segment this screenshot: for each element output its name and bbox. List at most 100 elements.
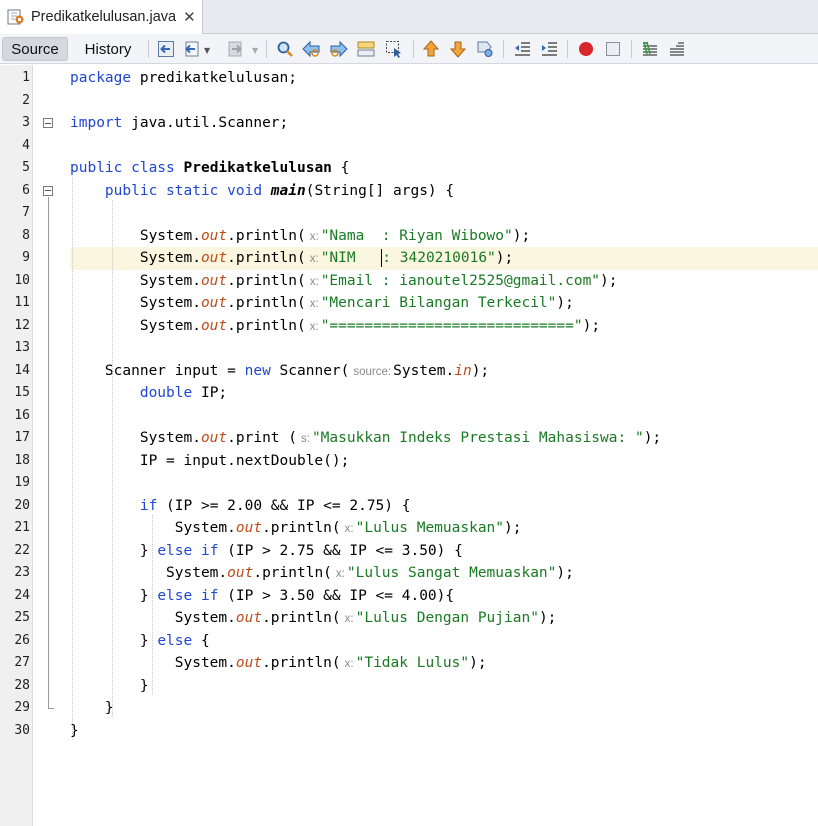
code-line[interactable]: 4 xyxy=(0,135,818,158)
comment-icon[interactable] xyxy=(641,40,659,58)
stop-macro-icon[interactable] xyxy=(604,40,622,58)
toggle-bookmark-icon[interactable] xyxy=(476,40,494,58)
close-tab-icon[interactable]: ✕ xyxy=(183,9,196,25)
code-line[interactable]: 18 IP = input.nextDouble(); xyxy=(0,450,818,473)
line-number: 23 xyxy=(14,565,30,580)
code-line[interactable]: 28 } xyxy=(0,675,818,698)
code-token: Scanner( xyxy=(270,362,350,379)
code-line[interactable]: 12 System.out.println(x: "===============… xyxy=(0,315,818,338)
code-line[interactable]: 22 } else if (IP > 2.75 && IP <= 3.50) { xyxy=(0,540,818,563)
string-token: "NIM xyxy=(320,250,382,266)
parameter-hint: source: xyxy=(353,365,392,378)
code-token: } xyxy=(70,587,158,604)
code-line[interactable]: 8 System.out.println(x: "Nama : Riyan Wib… xyxy=(0,225,818,248)
code-line[interactable]: 30} xyxy=(0,720,818,743)
back-dropdown-icon[interactable]: ▼ xyxy=(204,46,210,55)
code-line[interactable]: 29 } xyxy=(0,697,818,720)
toggle-highlight-icon[interactable] xyxy=(357,40,375,58)
code-line[interactable]: 26 } else { xyxy=(0,630,818,653)
fold-guide-line xyxy=(48,196,49,708)
previous-bookmark-icon[interactable] xyxy=(422,40,440,58)
line-number: 5 xyxy=(22,160,30,175)
file-tab[interactable]: Predikatkelulusan.java ✕ xyxy=(0,0,203,34)
code-line[interactable]: 16 xyxy=(0,405,818,428)
keyword-token: double xyxy=(139,385,193,401)
code-line[interactable]: 11 System.out.println(x: "Mencari Bilanga… xyxy=(0,292,818,315)
code-line[interactable]: 10 System.out.println(x: "Email : ianoute… xyxy=(0,270,818,293)
code-line[interactable]: 14 Scanner input = new Scanner(source: Sy… xyxy=(0,360,818,383)
code-text: import java.util.Scanner; xyxy=(70,112,288,135)
parameter-hint: x: xyxy=(344,523,354,535)
last-edit-icon[interactable] xyxy=(157,40,175,58)
line-number: 8 xyxy=(22,227,30,243)
static-field-token: out xyxy=(235,655,263,671)
code-line[interactable]: 20 if (IP >= 2.00 && IP <= 2.75) { xyxy=(0,495,818,518)
line-number: 17 xyxy=(14,430,30,445)
code-text: System.out.println(x: "Email : ianoutel25… xyxy=(70,270,618,294)
code-text: System.out.println(x: "NIM : 3420210016")… xyxy=(70,247,513,271)
code-token: System. xyxy=(393,362,455,379)
forward-dropdown-icon[interactable]: ▼ xyxy=(252,46,258,55)
code-token: } xyxy=(70,700,114,716)
string-token: "Lulus Dengan Pujian" xyxy=(355,610,539,626)
source-tab-button[interactable]: Source xyxy=(2,37,68,61)
code-text: } else if (IP > 2.75 && IP <= 3.50) { xyxy=(70,540,463,563)
editor-toolbar: Source History ▼ ▼ xyxy=(0,34,818,64)
find-next-icon[interactable] xyxy=(330,40,348,58)
code-text: System.out.println(x: "Lulus Sangat Memua… xyxy=(70,562,574,586)
forward-icon[interactable] xyxy=(226,40,244,58)
code-line[interactable]: 23 System.out.println(x: "Lulus Sangat Me… xyxy=(0,562,818,585)
code-text: System.out.println(x: "Nama : Riyan Wibow… xyxy=(70,225,530,249)
code-line[interactable]: 25 System.out.println(x: "Lulus Dengan Pu… xyxy=(0,607,818,630)
code-token: main xyxy=(270,182,306,199)
code-line[interactable]: 13 xyxy=(0,337,818,360)
keyword-token: public class xyxy=(70,160,175,176)
code-line[interactable]: 2 xyxy=(0,90,818,113)
code-editor[interactable]: 1 package predikatkelulusan; 2 3 import java… xyxy=(0,65,818,826)
code-token: ); xyxy=(556,295,574,311)
code-line[interactable]: 3 import java.util.Scanner; xyxy=(0,112,818,135)
code-line[interactable]: 27 System.out.println(x: "Tidak Lulus"); xyxy=(0,652,818,675)
find-icon[interactable] xyxy=(276,40,294,58)
java-file-icon xyxy=(7,9,25,25)
line-number: 25 xyxy=(14,610,30,625)
string-token: "Masukkan Indeks Prestasi Mahasiswa: " xyxy=(311,430,644,446)
line-number: 26 xyxy=(14,632,30,648)
back-icon[interactable] xyxy=(183,40,201,58)
shift-right-icon[interactable] xyxy=(540,40,558,58)
collapse-fold-icon[interactable] xyxy=(43,185,53,196)
code-line[interactable]: 6 public static void main(String[] args)… xyxy=(0,180,818,203)
keyword-token: else xyxy=(157,632,193,649)
code-token: (String[] args) { xyxy=(305,182,455,199)
line-number: 21 xyxy=(14,520,30,535)
next-bookmark-icon[interactable] xyxy=(449,40,467,58)
code-line[interactable]: 9 System.out.println(x: "NIM : 3420210016… xyxy=(0,247,818,270)
code-line[interactable]: 24 } else if (IP > 3.50 && IP <= 4.00){ xyxy=(0,585,818,608)
static-field-token: out xyxy=(200,317,228,334)
code-line[interactable]: 5 public class Predikatkelulusan { xyxy=(0,157,818,180)
code-text: Scanner input = new Scanner(source: Syste… xyxy=(70,360,489,384)
code-line[interactable]: 21 System.out.println(x: "Lulus Memuaskan… xyxy=(0,517,818,540)
code-line[interactable]: 17 System.out.print (s: "Masukkan Indeks … xyxy=(0,427,818,450)
code-token: .println( xyxy=(262,520,341,536)
code-token: System. xyxy=(70,250,201,266)
code-line[interactable]: 19 xyxy=(0,472,818,495)
find-selection-icon[interactable] xyxy=(385,40,403,58)
history-tab-button[interactable]: History xyxy=(74,37,142,61)
shift-left-icon[interactable] xyxy=(513,40,531,58)
string-token: "Lulus Sangat Memuaskan" xyxy=(346,565,557,581)
string-token: "Email : ianoutel2525@gmail.com" xyxy=(320,272,601,289)
code-line[interactable]: 7 xyxy=(0,202,818,225)
line-number: 19 xyxy=(14,475,30,490)
indent-guide xyxy=(112,199,113,717)
code-line[interactable]: 1 package predikatkelulusan; xyxy=(0,67,818,90)
code-line[interactable]: 15 double IP; xyxy=(0,382,818,405)
parameter-hint: x: xyxy=(309,320,319,333)
toolbar-separator xyxy=(148,40,149,58)
uncomment-icon[interactable] xyxy=(668,40,686,58)
record-macro-icon[interactable] xyxy=(577,40,595,58)
collapse-fold-icon[interactable] xyxy=(43,118,53,128)
find-previous-icon[interactable] xyxy=(302,40,320,58)
